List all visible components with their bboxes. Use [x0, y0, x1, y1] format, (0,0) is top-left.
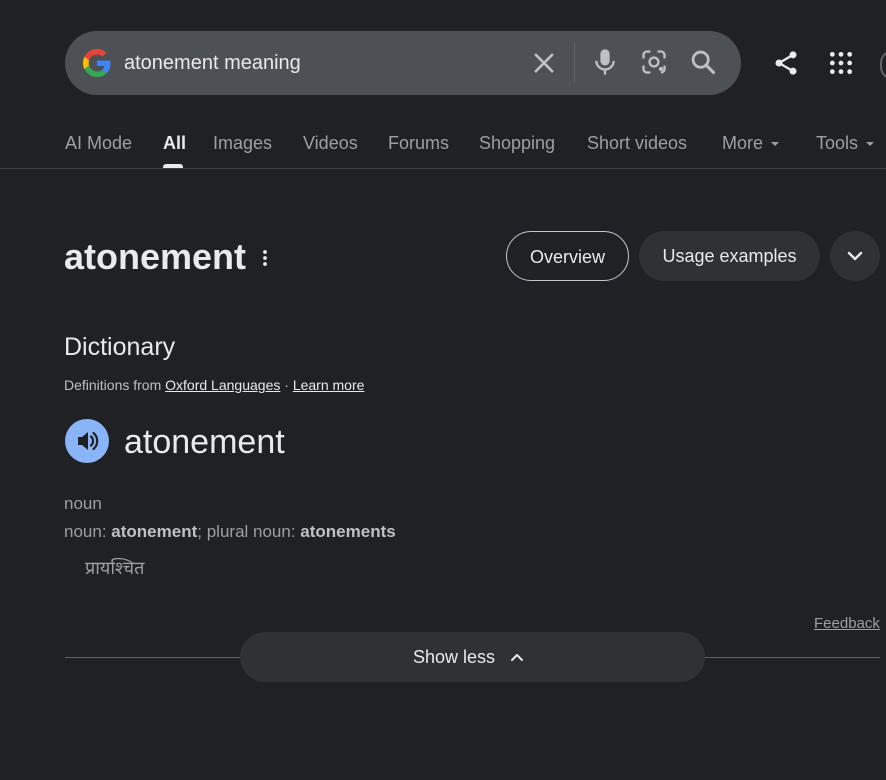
result-heading: atonement	[64, 236, 247, 277]
close-icon[interactable]	[530, 49, 558, 77]
pronunciation-button[interactable]	[65, 419, 109, 463]
word-forms: noun: atonement; plural noun: atonements	[64, 521, 396, 543]
definitions-source-line: Definitions from Oxford Languages · Lear…	[64, 376, 364, 394]
forms-label-noun: noun:	[64, 522, 107, 541]
usage-examples-button[interactable]: Usage examples	[639, 231, 820, 281]
show-less-label: Show less	[413, 647, 496, 667]
avatar[interactable]	[880, 50, 886, 80]
apps-grid-icon[interactable]	[828, 50, 854, 76]
forms-separator: ;	[197, 522, 202, 541]
dictionary-title: Dictionary	[64, 333, 176, 361]
tabs-divider	[0, 168, 886, 169]
google-logo-icon	[83, 49, 111, 77]
share-icon[interactable]	[772, 49, 800, 77]
speaker-icon	[78, 431, 99, 451]
feedback-link[interactable]: Feedback	[814, 615, 880, 633]
caret-down-icon	[771, 142, 780, 147]
more-vert-icon[interactable]	[258, 247, 272, 269]
forms-label-plural: plural noun:	[206, 522, 296, 541]
tab-shopping[interactable]: Shopping	[479, 131, 555, 155]
mic-icon[interactable]	[591, 47, 619, 77]
tab-ai-mode[interactable]: AI Mode	[65, 131, 132, 155]
caret-down-icon	[866, 142, 875, 147]
search-icon[interactable]	[689, 48, 717, 76]
dictionary-word: atonement	[124, 423, 285, 461]
form-plural: atonements	[300, 522, 396, 541]
separator-dot: ·	[284, 377, 289, 393]
chevron-down-icon	[847, 251, 863, 261]
camera-lens-icon[interactable]	[640, 48, 668, 76]
definitions-prefix: Definitions from	[64, 377, 162, 393]
tab-short-videos[interactable]: Short videos	[587, 131, 687, 155]
translation-text: प्रायश्चित	[85, 558, 145, 578]
tab-all[interactable]: All	[163, 131, 186, 155]
search-input[interactable]: atonement meaning	[124, 50, 301, 76]
divider-right	[704, 657, 880, 658]
tab-tools[interactable]: Tools	[816, 131, 875, 155]
tab-more-label: More	[722, 133, 764, 153]
search-divider	[574, 43, 575, 83]
part-of-speech: noun	[64, 494, 102, 513]
tab-more[interactable]: More	[722, 131, 780, 155]
overview-button[interactable]: Overview	[506, 231, 629, 281]
form-singular: atonement	[111, 522, 198, 541]
tab-images[interactable]: Images	[213, 131, 272, 155]
chevron-up-icon	[511, 654, 523, 661]
learn-more-link[interactable]: Learn more	[293, 377, 365, 393]
oxford-languages-link[interactable]: Oxford Languages	[165, 377, 280, 393]
tab-tools-label: Tools	[816, 133, 859, 153]
tab-forums[interactable]: Forums	[388, 131, 449, 155]
divider-left	[65, 657, 241, 658]
tab-videos[interactable]: Videos	[303, 131, 358, 155]
expand-button[interactable]	[830, 231, 880, 281]
